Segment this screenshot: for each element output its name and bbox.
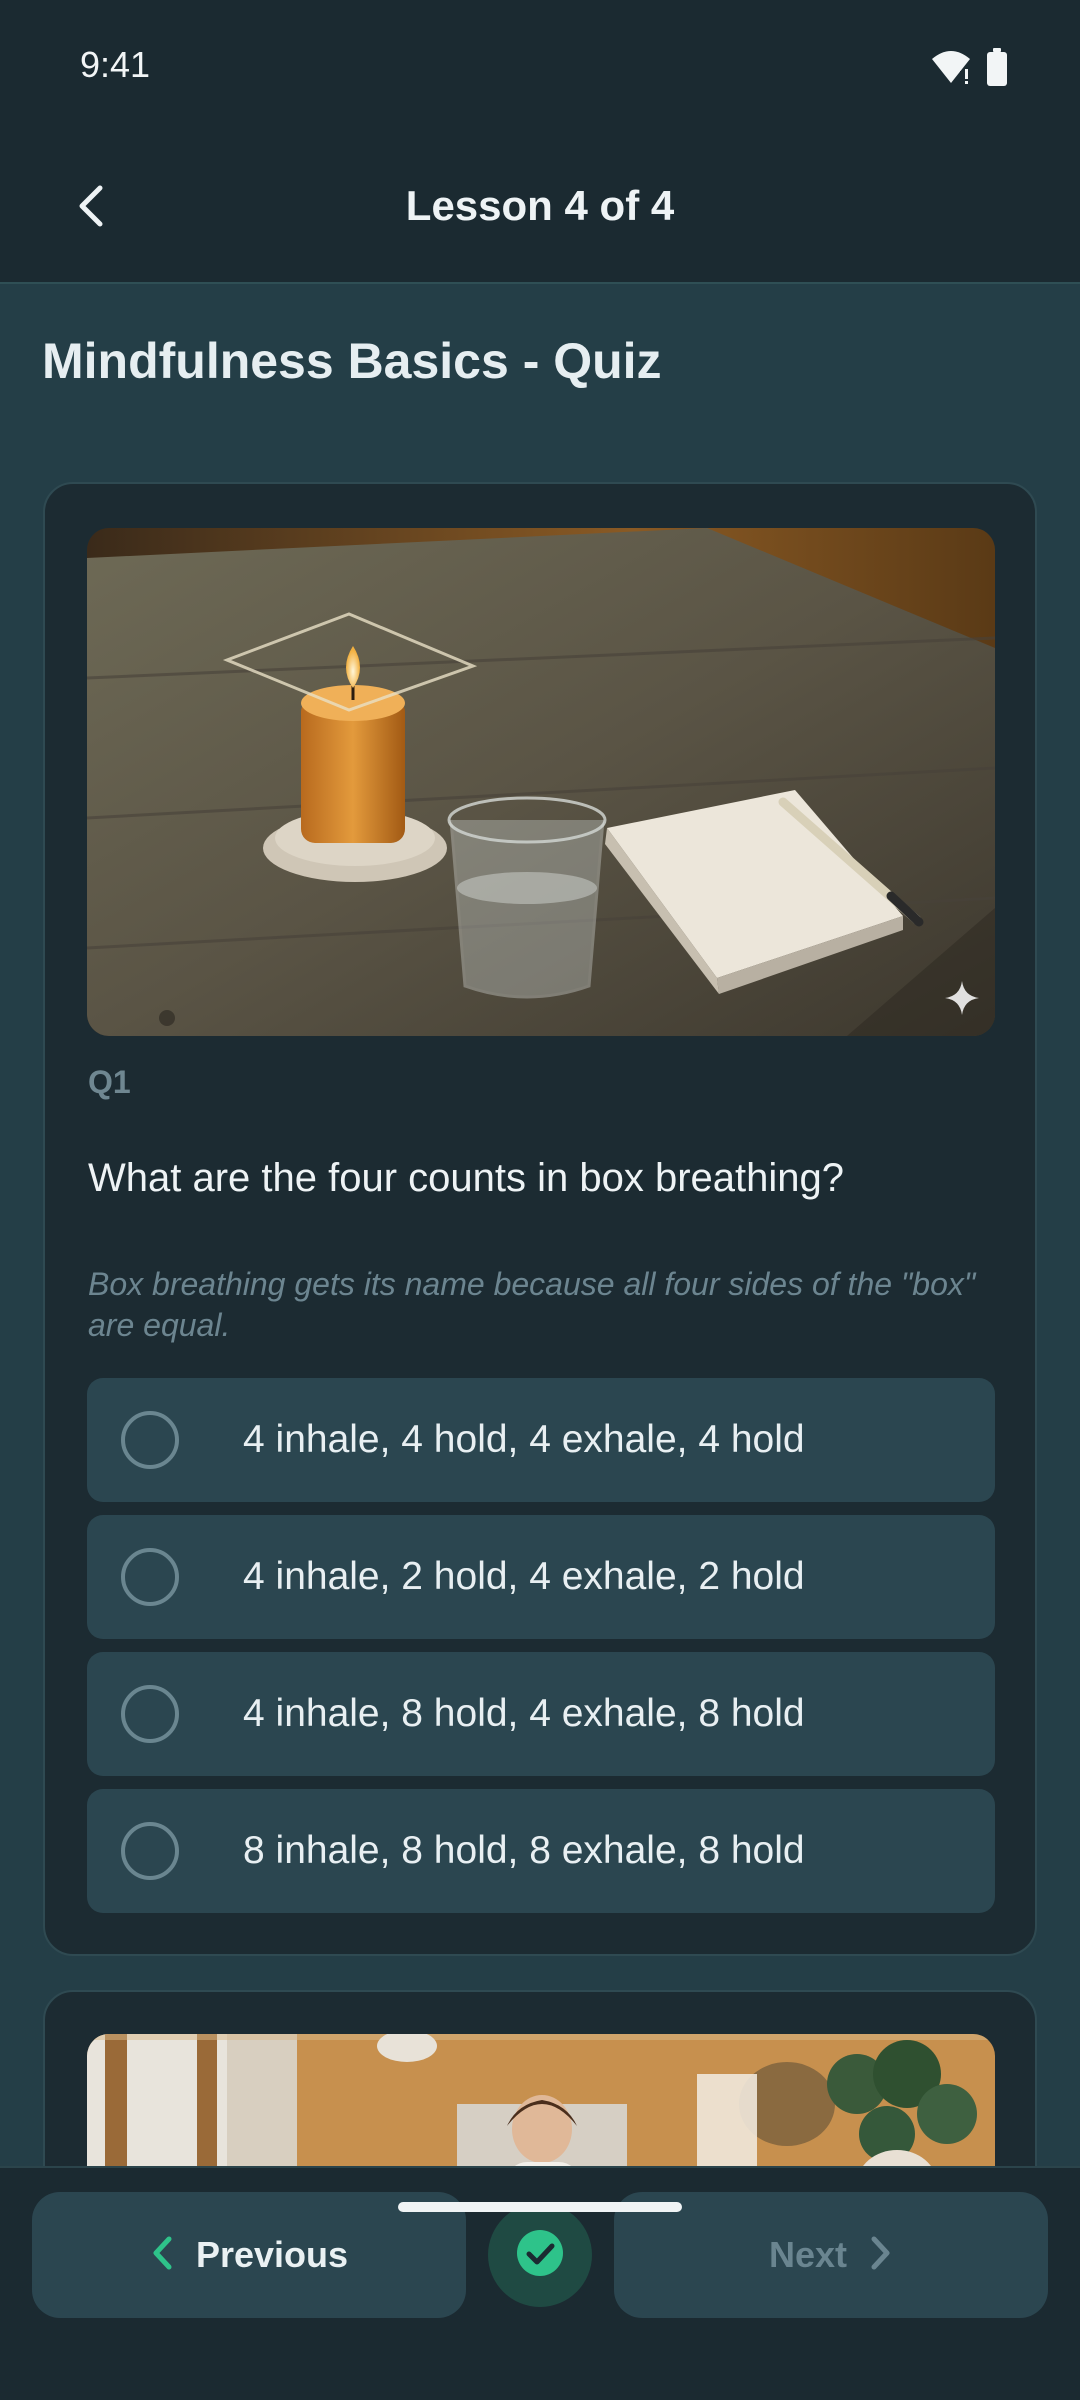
lesson-title: Lesson 4 of 4	[405, 182, 675, 229]
question-hint: Box breathing gets its name because all …	[88, 1266, 976, 1343]
home-indicator[interactable]	[398, 2202, 682, 2212]
next-button-label: Next	[768, 2234, 848, 2275]
chevron-left-icon	[150, 2235, 174, 2276]
answer-option-label: 4 inhale, 8 hold, 4 exhale, 8 hold	[243, 1692, 805, 1735]
question-image	[87, 528, 995, 1036]
battery-icon	[986, 48, 1008, 91]
radio-button[interactable]	[121, 1685, 179, 1743]
radio-button[interactable]	[121, 1548, 179, 1606]
answer-option-label: 8 inhale, 8 hold, 8 exhale, 8 hold	[243, 1829, 805, 1872]
page-title: Mindfulness Basics - Quiz	[42, 333, 662, 389]
answer-options: 4 inhale, 4 hold, 4 exhale, 4 hold 4 inh…	[87, 1378, 995, 1926]
radio-button[interactable]	[121, 1411, 179, 1469]
question-text: What are the four counts in box breathin…	[88, 1156, 845, 1200]
answer-option-label: 4 inhale, 2 hold, 4 exhale, 2 hold	[243, 1555, 805, 1598]
sparkle-icon	[943, 979, 981, 1022]
app-bar: Lesson 4 of 4	[0, 132, 1080, 284]
radio-button[interactable]	[121, 1822, 179, 1880]
chevron-right-icon	[869, 2235, 893, 2276]
next-question-card	[43, 1990, 1037, 2190]
answer-option-2[interactable]: 4 inhale, 2 hold, 4 exhale, 2 hold	[87, 1515, 995, 1639]
answer-option-3[interactable]: 4 inhale, 8 hold, 4 exhale, 8 hold	[87, 1652, 995, 1776]
status-icons	[930, 48, 1008, 91]
answer-option-label: 4 inhale, 4 hold, 4 exhale, 4 hold	[243, 1418, 805, 1461]
status-bar: 9:41	[0, 0, 1080, 132]
previous-button-label: Previous	[195, 2234, 349, 2275]
answer-option-1[interactable]: 4 inhale, 4 hold, 4 exhale, 4 hold	[87, 1378, 995, 1502]
check-circle-icon	[515, 2228, 565, 2283]
wifi-icon	[930, 49, 972, 90]
status-time: 9:41	[80, 44, 151, 85]
answer-option-4[interactable]: 8 inhale, 8 hold, 8 exhale, 8 hold	[87, 1789, 995, 1913]
question-card: Q1 What are the four counts in box breat…	[43, 482, 1037, 1956]
complete-lesson-button[interactable]	[488, 2203, 592, 2307]
question-number: Q1	[88, 1064, 131, 1100]
